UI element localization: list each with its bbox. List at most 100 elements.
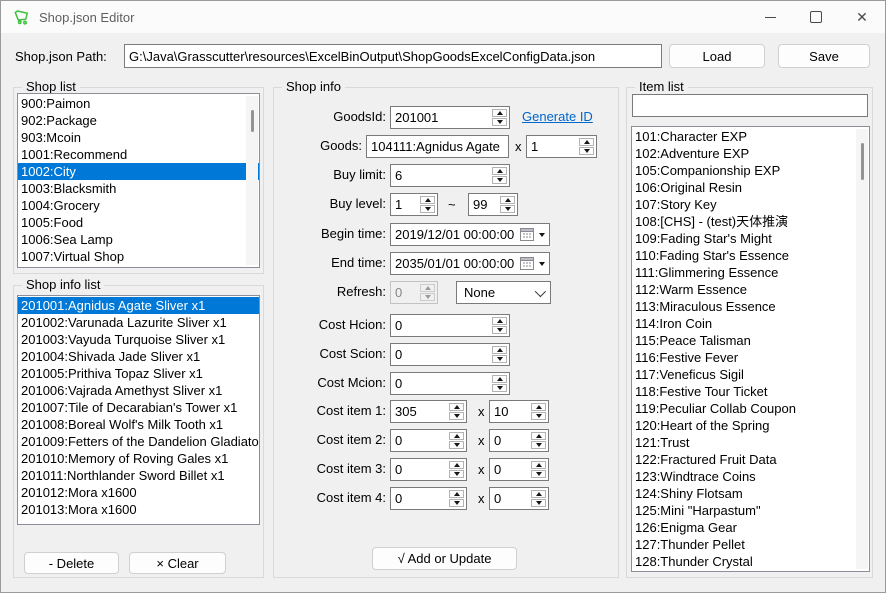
list-item[interactable]: 109:Fading Star's Might (632, 230, 869, 247)
end-time-dropdown-icon[interactable] (539, 262, 545, 266)
list-item[interactable]: 121:Trust (632, 434, 869, 451)
cost-item-3-id-up[interactable] (449, 461, 464, 469)
list-item[interactable]: 1004:Grocery (18, 197, 259, 214)
goods-count-up[interactable] (579, 138, 594, 146)
list-item[interactable]: 119:Peculiar Collab Coupon (632, 400, 869, 417)
list-item[interactable]: 123:Windtrace Coins (632, 468, 869, 485)
list-item[interactable]: 201011:Northlander Sword Billet x1 (18, 467, 259, 484)
list-item[interactable]: 116:Festive Fever (632, 349, 869, 366)
goods-input[interactable] (366, 135, 509, 158)
list-item[interactable]: 201001:Agnidus Agate Sliver x1 (18, 297, 259, 314)
cost-item-1-id-input[interactable] (391, 401, 448, 422)
list-item[interactable]: 107:Story Key (632, 196, 869, 213)
cost-item-4-count-up[interactable] (531, 490, 546, 498)
buy-level-min-up[interactable] (420, 196, 435, 204)
list-item[interactable]: 201010:Memory of Roving Gales x1 (18, 450, 259, 467)
list-item[interactable]: 1005:Food (18, 214, 259, 231)
cost-item-3-id-down[interactable] (449, 470, 464, 478)
cost-hcion-up[interactable] (492, 317, 507, 325)
buy-level-max-input[interactable] (469, 194, 499, 215)
buy-limit-down[interactable] (492, 176, 507, 184)
cost-item-1-id-down[interactable] (449, 412, 464, 420)
buy-level-min-input[interactable] (391, 194, 419, 215)
cost-item-2-id-input[interactable] (391, 430, 448, 451)
cost-item-1-count-spinner[interactable] (489, 400, 549, 423)
list-item[interactable]: 903:Mcoin (18, 129, 259, 146)
buy-level-max-spinner[interactable] (468, 193, 518, 216)
buy-limit-spinner[interactable] (390, 164, 510, 187)
clear-button[interactable]: × Clear (129, 552, 226, 574)
cost-item-1-id-up[interactable] (449, 403, 464, 411)
list-item[interactable]: 128:Thunder Crystal (632, 553, 869, 570)
goods-id-up[interactable] (492, 109, 507, 117)
list-item[interactable]: 126:Enigma Gear (632, 519, 869, 536)
list-item[interactable]: 111:Glimmering Essence (632, 264, 869, 281)
list-item[interactable]: 115:Peace Talisman (632, 332, 869, 349)
list-item[interactable]: 113:Miraculous Essence (632, 298, 869, 315)
list-item[interactable]: 201006:Vajrada Amethyst Sliver x1 (18, 382, 259, 399)
list-item[interactable]: 201009:Fetters of the Dandelion Gladiato… (18, 433, 259, 450)
buy-level-min-down[interactable] (420, 205, 435, 213)
list-item[interactable]: 201013:Mora x1600 (18, 501, 259, 518)
cost-item-4-id-spinner[interactable] (390, 487, 467, 510)
cost-item-4-id-down[interactable] (449, 499, 464, 507)
item-list-scrollbar[interactable] (856, 129, 868, 569)
begin-time-picker[interactable]: 2019/12/01 00:00:00 (390, 223, 550, 246)
cost-scion-spinner[interactable] (390, 343, 510, 366)
cost-item-2-count-input[interactable] (490, 430, 530, 451)
cost-item-1-count-down[interactable] (531, 412, 546, 420)
buy-level-max-up[interactable] (500, 196, 515, 204)
list-item[interactable]: 902:Package (18, 112, 259, 129)
cost-item-2-id-up[interactable] (449, 432, 464, 440)
cost-mcion-down[interactable] (492, 384, 507, 392)
path-input[interactable] (124, 44, 662, 68)
cost-item-4-id-up[interactable] (449, 490, 464, 498)
list-item[interactable]: 201003:Vayuda Turquoise Sliver x1 (18, 331, 259, 348)
minimize-button[interactable] (747, 1, 793, 33)
cost-hcion-down[interactable] (492, 326, 507, 334)
item-listbox[interactable]: 101:Character EXP102:Adventure EXP105:Co… (631, 126, 870, 572)
cost-item-3-count-spinner[interactable] (489, 458, 549, 481)
cost-mcion-input[interactable] (391, 373, 491, 394)
item-search-input[interactable] (632, 94, 868, 117)
buy-level-min-spinner[interactable] (390, 193, 438, 216)
list-item[interactable]: 1007:Virtual Shop (18, 248, 259, 265)
cost-item-3-id-spinner[interactable] (390, 458, 467, 481)
list-item[interactable]: 1001:Recommend (18, 146, 259, 163)
list-item[interactable]: 900:Paimon (18, 95, 259, 112)
cost-item-1-id-spinner[interactable] (390, 400, 467, 423)
list-item[interactable]: 105:Companionship EXP (632, 162, 869, 179)
list-item[interactable]: 114:Iron Coin (632, 315, 869, 332)
list-item[interactable]: 117:Veneficus Sigil (632, 366, 869, 383)
list-item[interactable]: 106:Original Resin (632, 179, 869, 196)
buy-limit-up[interactable] (492, 167, 507, 175)
list-item[interactable]: 201008:Boreal Wolf's Milk Tooth x1 (18, 416, 259, 433)
list-item[interactable]: 125:Mini "Harpastum" (632, 502, 869, 519)
shop-info-listbox[interactable]: 201001:Agnidus Agate Sliver x1201002:Var… (17, 295, 260, 525)
close-button[interactable]: ✕ (839, 1, 885, 33)
goods-id-down[interactable] (492, 118, 507, 126)
list-item[interactable]: 110:Fading Star's Essence (632, 247, 869, 264)
cost-hcion-spinner[interactable] (390, 314, 510, 337)
cost-item-4-count-input[interactable] (490, 488, 530, 509)
goods-id-spinner[interactable] (390, 106, 510, 129)
cost-scion-up[interactable] (492, 346, 507, 354)
list-item[interactable]: 201012:Mora x1600 (18, 484, 259, 501)
end-time-picker[interactable]: 2035/01/01 00:00:00 (390, 252, 550, 275)
list-item[interactable]: 201002:Varunada Lazurite Sliver x1 (18, 314, 259, 331)
list-item[interactable]: 201004:Shivada Jade Sliver x1 (18, 348, 259, 365)
shop-list-scrollbar[interactable] (246, 96, 258, 265)
list-item[interactable]: 1002:City (18, 163, 259, 180)
cost-item-2-count-up[interactable] (531, 432, 546, 440)
cost-item-2-id-spinner[interactable] (390, 429, 467, 452)
refresh-mode-select[interactable]: None (456, 281, 551, 304)
cost-item-3-id-input[interactable] (391, 459, 448, 480)
shop-listbox[interactable]: 900:Paimon902:Package903:Mcoin1001:Recom… (17, 93, 260, 268)
begin-time-dropdown-icon[interactable] (539, 233, 545, 237)
list-item[interactable]: 101:Character EXP (632, 128, 869, 145)
cost-item-4-count-down[interactable] (531, 499, 546, 507)
list-item[interactable]: 124:Shiny Flotsam (632, 485, 869, 502)
cost-item-2-id-down[interactable] (449, 441, 464, 449)
save-button[interactable]: Save (778, 44, 870, 68)
goods-count-down[interactable] (579, 147, 594, 155)
